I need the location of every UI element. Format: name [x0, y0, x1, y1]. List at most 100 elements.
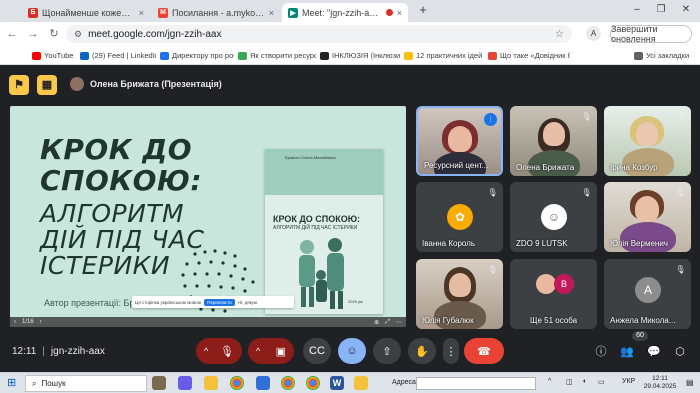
close-icon[interactable]: × — [139, 8, 144, 18]
participant-tile[interactable]: 🎙 Ірина Козбур — [604, 106, 691, 176]
taskbar-search[interactable]: ⌕ Пошук — [25, 375, 147, 392]
chrome-icon[interactable] — [306, 376, 320, 390]
url-text: meet.google.com/jgn-zzih-aax — [88, 28, 222, 40]
participant-tile[interactable]: 🎙 Олена Брижата — [510, 106, 597, 176]
search-icon: ⌕ — [32, 378, 37, 388]
participant-face — [448, 126, 472, 152]
app-icon[interactable] — [256, 376, 270, 390]
bookmark-item[interactable]: Що таке «Довідник б... — [488, 49, 570, 62]
all-bookmarks[interactable]: Усі закладки — [634, 49, 694, 62]
bookmark-item[interactable]: Директору про робо... — [160, 49, 234, 62]
bookmark-page-icon — [488, 51, 497, 60]
notifications-icon[interactable]: ▤ — [686, 378, 694, 387]
taskbar-clock[interactable]: 12:11 29.04.2025 — [640, 375, 680, 391]
mic-off-icon: 🎙 — [675, 188, 686, 197]
translate-button[interactable]: Перекласти — [204, 298, 235, 306]
tab-favicon-icon: Б — [28, 7, 38, 18]
presenter-chip[interactable]: Олена Брижата (Презентація) — [70, 73, 222, 95]
zoom-icon[interactable]: ⊕ — [374, 319, 379, 326]
participant-name: Юлія Верменич — [610, 239, 668, 248]
browser-tab[interactable]: M Посилання - a.mykolaichuk@vipp × — [152, 3, 280, 22]
forward-icon[interactable]: → — [24, 25, 42, 43]
camera-toggle-button[interactable]: ^ ▣ — [248, 338, 294, 364]
present-button[interactable]: ⇧ — [373, 338, 401, 364]
tab-title: Meet: "jgn-zzih-aax" — [302, 7, 382, 18]
layout-icon[interactable]: ▦ — [37, 75, 57, 95]
activities-shapes-icon[interactable]: ⬡ — [671, 343, 689, 361]
mic-toggle-button[interactable]: ^ 🎙 — [196, 338, 242, 364]
minimize-icon[interactable]: – — [626, 3, 648, 17]
next-slide-icon[interactable]: › — [40, 319, 42, 325]
browser-tab[interactable]: Б Щонайменше кожен четвертий ш × — [22, 3, 150, 22]
captions-icon: CC — [309, 345, 325, 357]
close-window-icon[interactable]: ✕ — [675, 3, 697, 17]
tab-title: Щонайменше кожен четвертий ш — [42, 7, 135, 18]
hand-icon: ✋ — [415, 345, 429, 358]
fit-icon[interactable]: ⤢ — [385, 319, 390, 326]
windows-start-icon[interactable]: ⊞ — [7, 377, 19, 389]
captions-button[interactable]: CC — [303, 338, 331, 364]
participant-name: Ресурсний цент... — [424, 161, 489, 170]
reload-icon[interactable]: ↻ — [45, 25, 63, 43]
bookmark-youtube[interactable]: YouTube — [32, 49, 77, 62]
mic-off-icon: 🎙 — [675, 112, 686, 121]
back-icon[interactable]: ← — [3, 25, 21, 43]
browser-tab-active[interactable]: ▶ Meet: "jgn-zzih-aax" × — [282, 3, 408, 22]
prev-slide-icon[interactable]: ‹ — [14, 319, 16, 325]
copilot-icon[interactable] — [178, 376, 192, 390]
more-participants-label: Ще 51 особа — [530, 316, 578, 325]
participant-tile[interactable]: ⦙ Ресурсний цент... — [416, 106, 503, 176]
avatar — [536, 274, 556, 294]
battery-icon[interactable]: ▭ — [598, 378, 605, 386]
bookmark-linkedin[interactable]: (29) Feed | LinkedIn — [80, 49, 156, 62]
chrome-icon[interactable] — [281, 376, 295, 390]
participant-face — [449, 273, 471, 297]
translate-close-button[interactable]: Ні, дякую — [238, 300, 257, 305]
activities-icon[interactable]: ⚑ — [9, 75, 29, 95]
volume-icon[interactable]: ◖ — [582, 378, 586, 385]
participant-tile[interactable]: 🎙 Юлія Губалюк — [416, 259, 503, 329]
word-icon[interactable]: W — [330, 376, 344, 390]
leave-call-button[interactable]: ☎ — [464, 338, 504, 364]
chrome-icon[interactable] — [230, 376, 244, 390]
folder-icon[interactable] — [354, 376, 368, 390]
participant-tile[interactable]: 🎙 Юлія Верменич — [604, 182, 691, 252]
address-toolbar-input[interactable] — [416, 377, 536, 390]
raise-hand-button[interactable]: ✋ — [408, 338, 436, 364]
chevron-up-icon[interactable]: ^ — [256, 346, 260, 356]
widget-icon[interactable] — [152, 376, 166, 390]
mic-off-icon: 🎙 — [581, 188, 592, 197]
participant-tile[interactable]: ☺ 🎙 ZDO 9 LUTSK — [510, 182, 597, 252]
close-icon[interactable]: × — [397, 8, 402, 18]
page-indicator: 1/16 — [22, 319, 34, 325]
new-tab-button[interactable]: + — [412, 3, 434, 17]
file-explorer-icon[interactable] — [204, 376, 218, 390]
reactions-button[interactable]: ☺ — [338, 338, 366, 364]
more-icon[interactable]: ⋯ — [396, 319, 402, 326]
participant-tile[interactable]: В Ще 51 особа — [510, 259, 597, 329]
bookmark-item[interactable]: 12 практичних ідей з... — [404, 49, 484, 62]
slide-title-line: ІСТЕРИКИ — [40, 251, 171, 280]
tray-chevron-icon[interactable]: ^ — [548, 378, 551, 385]
maximize-icon[interactable]: ❐ — [650, 3, 672, 17]
close-icon[interactable]: × — [269, 8, 274, 18]
update-button[interactable]: Завершити оновлення — [610, 24, 692, 44]
bookmark-item[interactable]: ІНКЛЮЗІЯ (Інклюзив... — [320, 49, 400, 62]
chat-icon[interactable]: 💬 — [645, 343, 663, 361]
participant-tile[interactable]: ✿ 🎙 Іванна Король — [416, 182, 503, 252]
slide-title-line: СПОКОЮ: — [40, 164, 203, 197]
profile-avatar[interactable]: A — [586, 26, 601, 41]
site-info-icon[interactable]: ⚙ — [74, 29, 82, 40]
presentation-slide[interactable]: КРОК ДО СПОКОЮ: АЛГОРИТМ ДІЙ ПІД ЧАС ІСТ… — [10, 106, 406, 327]
bookmark-page-icon — [160, 51, 169, 60]
chevron-up-icon[interactable]: ^ — [204, 346, 208, 356]
more-options-button[interactable]: ⋮ — [443, 338, 459, 364]
info-icon[interactable]: ⓘ — [592, 343, 610, 361]
network-icon[interactable]: ◫ — [566, 378, 573, 386]
participant-tile[interactable]: А 🎙 Анжела Микола... — [604, 259, 691, 329]
bookmark-star-icon[interactable]: ☆ — [555, 29, 564, 40]
people-icon[interactable]: 👥 — [618, 343, 636, 361]
bookmark-item[interactable]: Як створити ресурсн... — [238, 49, 316, 62]
address-bar[interactable]: ⚙ meet.google.com/jgn-zzih-aax ☆ — [66, 25, 572, 43]
language-indicator[interactable]: УКР — [622, 378, 635, 385]
